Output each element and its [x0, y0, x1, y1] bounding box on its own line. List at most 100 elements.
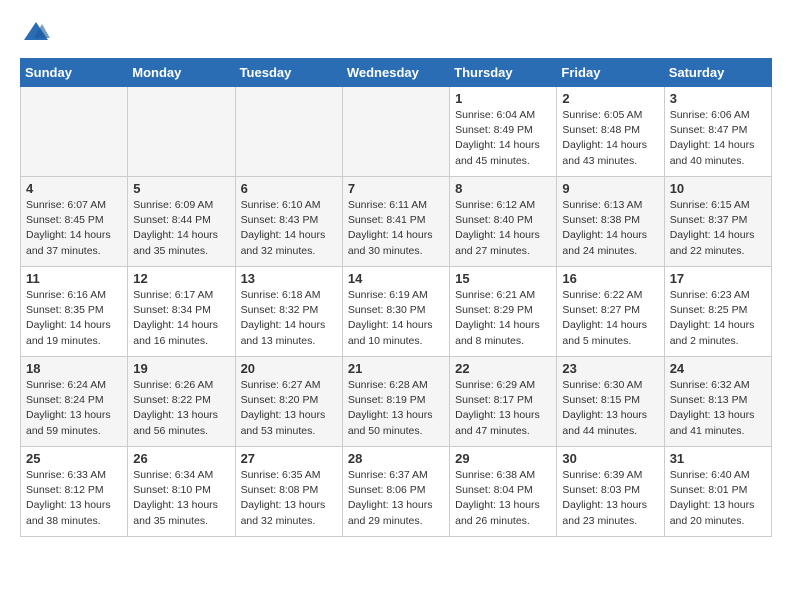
day-info: Sunrise: 6:33 AM Sunset: 8:12 PM Dayligh… [26, 468, 122, 529]
day-number: 21 [348, 361, 444, 376]
calendar-cell: 31 Sunrise: 6:40 AM Sunset: 8:01 PM Dayli… [664, 447, 771, 537]
weekday-header-saturday: Saturday [664, 59, 771, 87]
day-info: Sunrise: 6:38 AM Sunset: 8:04 PM Dayligh… [455, 468, 551, 529]
calendar-cell: 10 Sunrise: 6:15 AM Sunset: 8:37 PM Dayli… [664, 177, 771, 267]
day-info: Sunrise: 6:12 AM Sunset: 8:40 PM Dayligh… [455, 198, 551, 259]
day-number: 23 [562, 361, 658, 376]
day-info: Sunrise: 6:07 AM Sunset: 8:45 PM Dayligh… [26, 198, 122, 259]
calendar-cell [21, 87, 128, 177]
day-number: 27 [241, 451, 337, 466]
day-number: 8 [455, 181, 551, 196]
week-row-3: 11 Sunrise: 6:16 AM Sunset: 8:35 PM Dayli… [21, 267, 772, 357]
calendar-cell: 5Sunrise: 6:09 AM Sunset: 8:44 PM Daylig… [128, 177, 235, 267]
logo [20, 20, 50, 42]
weekday-header-sunday: Sunday [21, 59, 128, 87]
day-info: Sunrise: 6:06 AM Sunset: 8:47 PM Dayligh… [670, 108, 766, 169]
day-info: Sunrise: 6:29 AM Sunset: 8:17 PM Dayligh… [455, 378, 551, 439]
day-number: 10 [670, 181, 766, 196]
day-number: 20 [241, 361, 337, 376]
calendar-cell: 14 Sunrise: 6:19 AM Sunset: 8:30 PM Dayli… [342, 267, 449, 357]
weekday-header-thursday: Thursday [450, 59, 557, 87]
day-number: 7 [348, 181, 444, 196]
day-info: Sunrise: 6:34 AM Sunset: 8:10 PM Dayligh… [133, 468, 229, 529]
day-number: 12 [133, 271, 229, 286]
calendar-cell: 2Sunrise: 6:05 AM Sunset: 8:48 PM Daylig… [557, 87, 664, 177]
day-number: 25 [26, 451, 122, 466]
day-info: Sunrise: 6:11 AM Sunset: 8:41 PM Dayligh… [348, 198, 444, 259]
calendar-cell: 24 Sunrise: 6:32 AM Sunset: 8:13 PM Dayli… [664, 357, 771, 447]
logo-icon [22, 20, 50, 42]
day-info: Sunrise: 6:32 AM Sunset: 8:13 PM Dayligh… [670, 378, 766, 439]
day-number: 11 [26, 271, 122, 286]
day-number: 1 [455, 91, 551, 106]
calendar-cell: 17 Sunrise: 6:23 AM Sunset: 8:25 PM Dayli… [664, 267, 771, 357]
day-info: Sunrise: 6:40 AM Sunset: 8:01 PM Dayligh… [670, 468, 766, 529]
day-number: 31 [670, 451, 766, 466]
day-number: 24 [670, 361, 766, 376]
day-info: Sunrise: 6:24 AM Sunset: 8:24 PM Dayligh… [26, 378, 122, 439]
calendar-cell: 22 Sunrise: 6:29 AM Sunset: 8:17 PM Dayli… [450, 357, 557, 447]
day-number: 6 [241, 181, 337, 196]
day-info: Sunrise: 6:26 AM Sunset: 8:22 PM Dayligh… [133, 378, 229, 439]
day-info: Sunrise: 6:35 AM Sunset: 8:08 PM Dayligh… [241, 468, 337, 529]
calendar-cell: 23 Sunrise: 6:30 AM Sunset: 8:15 PM Dayli… [557, 357, 664, 447]
calendar-cell: 9Sunrise: 6:13 AM Sunset: 8:38 PM Daylig… [557, 177, 664, 267]
weekday-header-tuesday: Tuesday [235, 59, 342, 87]
calendar-cell: 20 Sunrise: 6:27 AM Sunset: 8:20 PM Dayli… [235, 357, 342, 447]
weekday-header-row: SundayMondayTuesdayWednesdayThursdayFrid… [21, 59, 772, 87]
calendar-cell: 29Sunrise: 6:38 AM Sunset: 8:04 PM Dayli… [450, 447, 557, 537]
day-info: Sunrise: 6:27 AM Sunset: 8:20 PM Dayligh… [241, 378, 337, 439]
calendar-cell: 16 Sunrise: 6:22 AM Sunset: 8:27 PM Dayli… [557, 267, 664, 357]
calendar-cell: 3Sunrise: 6:06 AM Sunset: 8:47 PM Daylig… [664, 87, 771, 177]
day-number: 26 [133, 451, 229, 466]
calendar-cell: 15Sunrise: 6:21 AM Sunset: 8:29 PM Dayli… [450, 267, 557, 357]
calendar-cell: 27 Sunrise: 6:35 AM Sunset: 8:08 PM Dayli… [235, 447, 342, 537]
day-number: 16 [562, 271, 658, 286]
calendar-cell: 12 Sunrise: 6:17 AM Sunset: 8:34 PM Dayli… [128, 267, 235, 357]
day-info: Sunrise: 6:13 AM Sunset: 8:38 PM Dayligh… [562, 198, 658, 259]
day-info: Sunrise: 6:10 AM Sunset: 8:43 PM Dayligh… [241, 198, 337, 259]
day-info: Sunrise: 6:28 AM Sunset: 8:19 PM Dayligh… [348, 378, 444, 439]
day-info: Sunrise: 6:37 AM Sunset: 8:06 PM Dayligh… [348, 468, 444, 529]
day-info: Sunrise: 6:15 AM Sunset: 8:37 PM Dayligh… [670, 198, 766, 259]
weekday-header-wednesday: Wednesday [342, 59, 449, 87]
day-number: 28 [348, 451, 444, 466]
day-info: Sunrise: 6:18 AM Sunset: 8:32 PM Dayligh… [241, 288, 337, 349]
calendar-cell: 19 Sunrise: 6:26 AM Sunset: 8:22 PM Dayli… [128, 357, 235, 447]
day-info: Sunrise: 6:21 AM Sunset: 8:29 PM Dayligh… [455, 288, 551, 349]
calendar-cell: 6 Sunrise: 6:10 AM Sunset: 8:43 PM Daylig… [235, 177, 342, 267]
calendar-cell: 13 Sunrise: 6:18 AM Sunset: 8:32 PM Dayli… [235, 267, 342, 357]
week-row-4: 18Sunrise: 6:24 AM Sunset: 8:24 PM Dayli… [21, 357, 772, 447]
day-number: 19 [133, 361, 229, 376]
weekday-header-monday: Monday [128, 59, 235, 87]
day-number: 13 [241, 271, 337, 286]
day-info: Sunrise: 6:30 AM Sunset: 8:15 PM Dayligh… [562, 378, 658, 439]
day-info: Sunrise: 6:23 AM Sunset: 8:25 PM Dayligh… [670, 288, 766, 349]
calendar-cell: 18Sunrise: 6:24 AM Sunset: 8:24 PM Dayli… [21, 357, 128, 447]
calendar-cell: 28 Sunrise: 6:37 AM Sunset: 8:06 PM Dayli… [342, 447, 449, 537]
weekday-header-friday: Friday [557, 59, 664, 87]
calendar-cell: 21 Sunrise: 6:28 AM Sunset: 8:19 PM Dayli… [342, 357, 449, 447]
day-number: 30 [562, 451, 658, 466]
day-info: Sunrise: 6:22 AM Sunset: 8:27 PM Dayligh… [562, 288, 658, 349]
calendar-cell [128, 87, 235, 177]
calendar-cell: 7 Sunrise: 6:11 AM Sunset: 8:41 PM Daylig… [342, 177, 449, 267]
day-info: Sunrise: 6:16 AM Sunset: 8:35 PM Dayligh… [26, 288, 122, 349]
calendar-table: SundayMondayTuesdayWednesdayThursdayFrid… [20, 58, 772, 537]
day-info: Sunrise: 6:17 AM Sunset: 8:34 PM Dayligh… [133, 288, 229, 349]
calendar-cell: 25 Sunrise: 6:33 AM Sunset: 8:12 PM Dayli… [21, 447, 128, 537]
day-info: Sunrise: 6:09 AM Sunset: 8:44 PM Dayligh… [133, 198, 229, 259]
day-number: 17 [670, 271, 766, 286]
day-info: Sunrise: 6:19 AM Sunset: 8:30 PM Dayligh… [348, 288, 444, 349]
calendar-cell: 4 Sunrise: 6:07 AM Sunset: 8:45 PM Daylig… [21, 177, 128, 267]
calendar-cell: 26 Sunrise: 6:34 AM Sunset: 8:10 PM Dayli… [128, 447, 235, 537]
day-number: 14 [348, 271, 444, 286]
calendar-cell: 1Sunrise: 6:04 AM Sunset: 8:49 PM Daylig… [450, 87, 557, 177]
calendar-cell [235, 87, 342, 177]
day-number: 4 [26, 181, 122, 196]
calendar-cell: 11 Sunrise: 6:16 AM Sunset: 8:35 PM Dayli… [21, 267, 128, 357]
day-info: Sunrise: 6:39 AM Sunset: 8:03 PM Dayligh… [562, 468, 658, 529]
calendar-cell: 8 Sunrise: 6:12 AM Sunset: 8:40 PM Daylig… [450, 177, 557, 267]
day-number: 22 [455, 361, 551, 376]
day-number: 2 [562, 91, 658, 106]
